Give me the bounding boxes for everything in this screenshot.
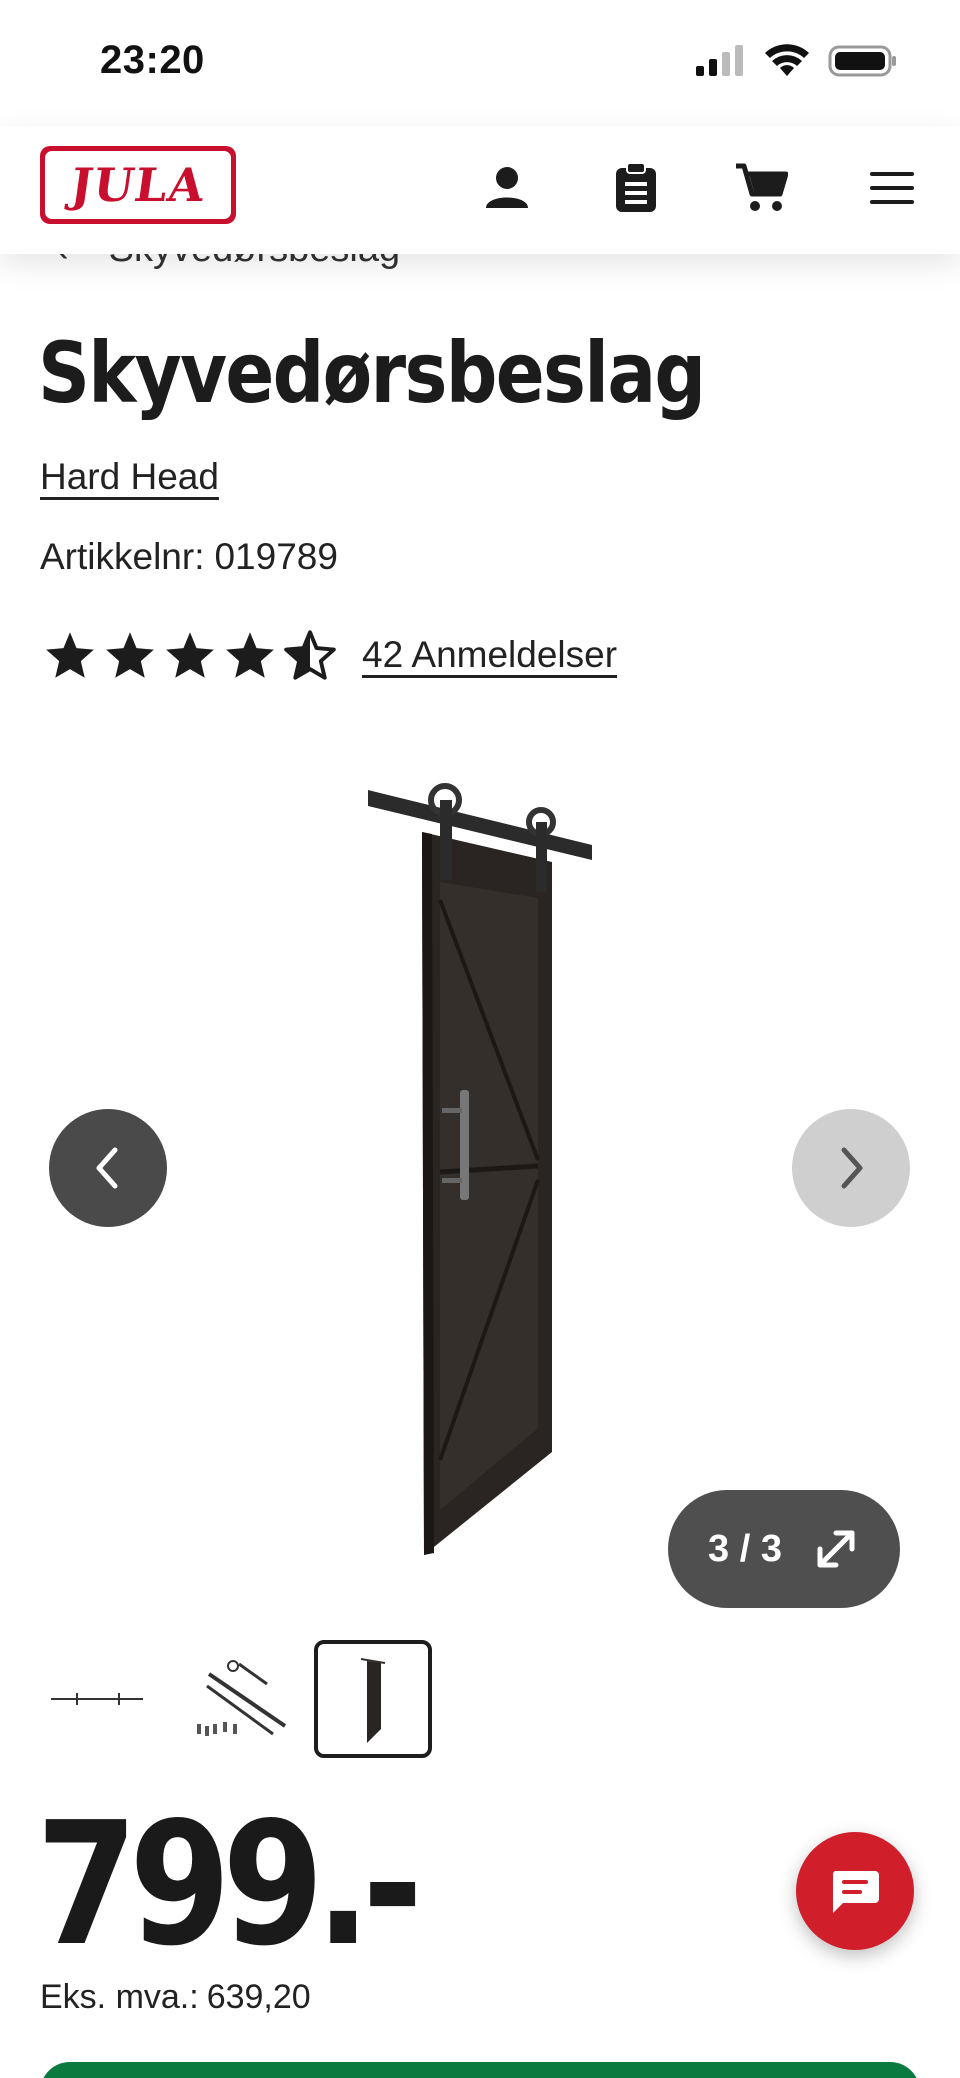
brand-link[interactable]: Hard Head [40, 456, 219, 498]
next-image-button[interactable] [792, 1109, 910, 1227]
add-to-cart-button[interactable] [40, 2062, 920, 2078]
chevron-left-icon [96, 1147, 118, 1189]
star-icon [226, 632, 274, 678]
status-time: 23:20 [100, 38, 205, 82]
status-icons [694, 44, 898, 78]
image-counter[interactable]: 3 / 3 [668, 1490, 900, 1608]
product-price: 799.- [36, 1786, 423, 1984]
article-number: Artikkelnr: 019789 [40, 536, 338, 578]
menu-icon[interactable] [864, 160, 920, 216]
cart-icon[interactable] [733, 160, 789, 216]
reviews-link[interactable]: 42 Anmeldelser [362, 634, 617, 676]
chat-button[interactable] [796, 1832, 914, 1950]
previous-image-button[interactable] [49, 1109, 167, 1227]
thumbnail-door-active[interactable] [314, 1640, 432, 1758]
product-title: Skyvedørsbeslag [38, 324, 706, 422]
wifi-icon [765, 44, 809, 76]
star-icon [46, 632, 94, 678]
star-icon [166, 632, 214, 678]
image-counter-text: 3 / 3 [708, 1527, 782, 1570]
battery-icon [828, 45, 896, 77]
star-icon [106, 632, 154, 678]
rating[interactable]: 42 Anmeldelser [44, 630, 617, 680]
expand-icon [817, 1530, 855, 1568]
status-bar: 23:20 [0, 0, 960, 126]
thumbnail-hardware-kit[interactable] [180, 1640, 298, 1758]
thumbnail-rail[interactable] [38, 1640, 156, 1758]
chevron-right-icon [841, 1147, 863, 1189]
jula-logo[interactable]: JULA [40, 146, 236, 224]
account-icon[interactable] [479, 160, 535, 216]
ex-vat-value: 639,20 [206, 1978, 311, 2016]
star-rating [44, 630, 336, 680]
article-label: Artikkelnr: [40, 536, 205, 577]
half-star-icon [284, 630, 336, 680]
article-value: 019789 [214, 536, 338, 577]
logo-text: JULA [67, 158, 209, 212]
thumbnail-strip [0, 1636, 960, 1766]
chat-icon [832, 1871, 879, 1913]
signal-icon [696, 45, 743, 76]
shopping-list-icon[interactable] [608, 160, 664, 216]
product-gallery: 3 / 3 [0, 740, 960, 1620]
ex-vat-label: Eks. mva.: [40, 1978, 199, 2016]
price-ex-vat: Eks. mva.: 639,20 [40, 1978, 311, 2017]
site-header: JULA [0, 126, 960, 254]
